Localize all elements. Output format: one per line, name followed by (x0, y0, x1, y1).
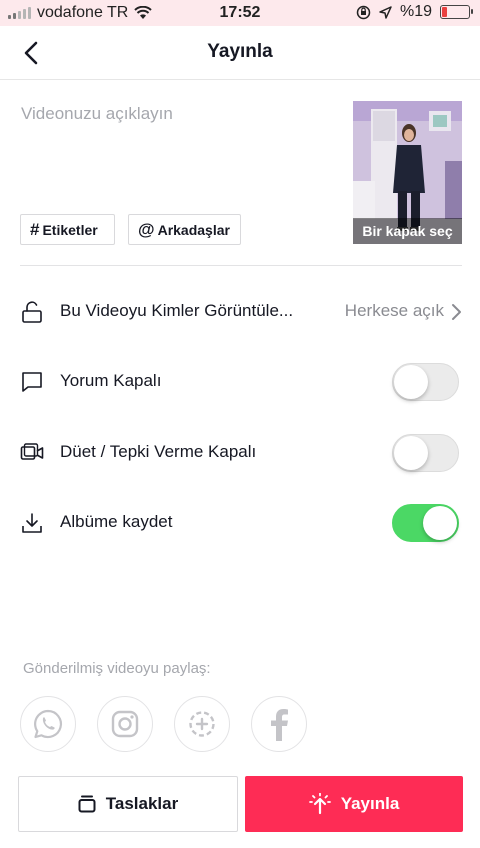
share-story-button[interactable] (174, 696, 230, 752)
divider (20, 265, 462, 266)
save-to-album-row: Albüme kaydet (0, 498, 480, 548)
instagram-icon (111, 710, 139, 738)
hashtags-label: Etiketler (42, 221, 98, 238)
share-whatsapp-button[interactable] (20, 696, 76, 752)
duet-icon (20, 443, 44, 460)
save-to-album-toggle[interactable] (392, 504, 459, 542)
chevron-right-icon (452, 304, 461, 320)
comments-label: Yorum Kapalı (60, 371, 162, 390)
add-story-icon (189, 711, 215, 737)
header: Yayınla (0, 26, 480, 80)
battery-icon (440, 5, 473, 19)
at-icon: @ (138, 219, 155, 239)
privacy-value: Herkese açık (344, 301, 444, 320)
unlock-icon (22, 301, 42, 323)
share-instagram-button[interactable] (97, 696, 153, 752)
status-bar: vodafone TR 17:52 %19 (0, 0, 480, 26)
hashtag-icon: # (30, 219, 40, 239)
battery-percent: %19 (399, 3, 432, 20)
toggle-knob (394, 365, 428, 399)
page-title: Yayınla (207, 41, 273, 62)
duet-row: Düet / Tepki Verme Kapalı (0, 428, 480, 478)
privacy-label: Bu Videoyu Kimler Görüntüle... (60, 301, 294, 320)
privacy-row[interactable]: Bu Videoyu Kimler Görüntüle... Herkese a… (0, 287, 480, 337)
toggle-knob (423, 506, 457, 540)
choose-cover-label: Bir kapak seç (353, 218, 462, 244)
drafts-button[interactable]: Taslaklar (18, 776, 238, 832)
duet-label: Düet / Tepki Verme Kapalı (60, 442, 257, 461)
orientation-lock-icon (356, 5, 371, 19)
save-to-album-label: Albüme kaydet (60, 512, 173, 531)
friends-label: Arkadaşlar (157, 221, 230, 238)
friends-button[interactable]: @ Arkadaşlar (128, 214, 241, 245)
publish-icon (308, 793, 331, 815)
facebook-icon (271, 709, 288, 741)
publish-button[interactable]: Yayınla (245, 776, 463, 832)
status-right: %19 (356, 3, 473, 21)
download-icon (22, 513, 42, 533)
share-title: Gönderilmiş videoyu paylaş: (23, 660, 211, 677)
share-facebook-button[interactable] (251, 696, 307, 752)
hashtags-button[interactable]: # Etiketler (20, 214, 115, 245)
publish-label: Yayınla (340, 794, 400, 813)
duet-toggle[interactable] (392, 434, 459, 472)
drafts-label: Taslaklar (105, 794, 179, 813)
toggle-knob (394, 436, 428, 470)
comments-row: Yorum Kapalı (0, 357, 480, 407)
location-icon (379, 5, 392, 19)
comments-toggle[interactable] (392, 363, 459, 401)
battery-level (442, 7, 448, 17)
whatsapp-icon (34, 709, 63, 739)
cover-thumbnail[interactable]: Bir kapak seç (353, 101, 462, 244)
drafts-icon (78, 795, 96, 813)
description-input[interactable]: Videonuzu açıklayın (21, 104, 173, 124)
comment-icon (22, 372, 42, 392)
